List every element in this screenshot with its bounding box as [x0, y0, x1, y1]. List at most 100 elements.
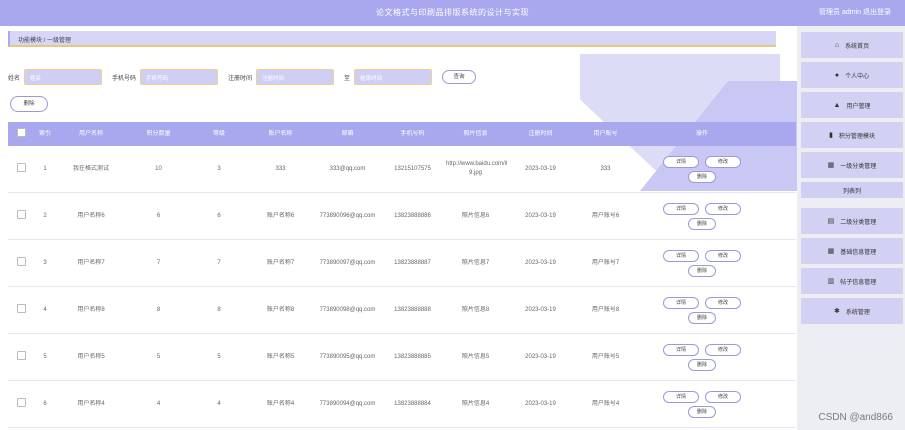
phone-input[interactable]: 手机号码	[140, 69, 219, 85]
sidebar-item-points[interactable]: ▮ 积分管理模块	[801, 122, 903, 148]
row-checkbox[interactable]	[16, 350, 26, 360]
table-header: 索引 用户名称 积分数量 等级 账户名称 邮箱 手机号码 照片信息 注册时间 用…	[8, 122, 796, 146]
app-title: 论文格式与印刷品排版系统的设计与实现	[376, 8, 529, 17]
detail-button[interactable]: 详情	[663, 343, 699, 356]
table-cell-user: 用户账号8	[591, 306, 620, 313]
delete-button[interactable]: 删除	[688, 217, 716, 230]
delete-button[interactable]: 删除	[688, 311, 716, 324]
table-cell-level: 6	[217, 212, 221, 219]
table-cell-photo: 照片信息7	[461, 259, 490, 266]
table-cell-idx: 1	[43, 165, 47, 172]
sidebar-item-users[interactable]: ▲ 用户管理	[801, 92, 903, 118]
table-cell-points: 5	[156, 353, 161, 360]
edit-button[interactable]: 修改	[705, 390, 741, 403]
sidebar-item-label: 个人中心	[845, 73, 870, 80]
table-cell-photo: http://www.baidu.com/item=20036969 9.jpg	[446, 161, 507, 176]
detail-button[interactable]: 详情	[663, 202, 699, 215]
sidebar-item-label: 系统管理	[845, 309, 870, 316]
filter-label-date: 注册时间	[228, 75, 253, 82]
batch-delete-button[interactable]: 删除	[10, 96, 48, 112]
table-cell-user: 333	[600, 165, 611, 172]
sidebar-item-category2[interactable]: ▤ 二级分类管理	[801, 208, 903, 234]
table-cell-user: 用户账号5	[591, 353, 620, 360]
detail-button[interactable]: 详情	[663, 249, 699, 262]
chart-icon: ▮	[829, 132, 833, 139]
filter-label-phone: 手机号码	[112, 75, 137, 82]
main-content: 功能模块 / 一级管理 姓名 姓名 手机号码 手机号码 注册时间 注册时间 至 …	[0, 26, 797, 430]
doc-icon: ▤	[827, 218, 835, 225]
row-checkbox[interactable]	[16, 256, 26, 266]
table-cell-name: 用户名称4	[77, 400, 105, 407]
col-header: 等级	[212, 130, 225, 137]
row-checkbox[interactable]	[16, 397, 26, 407]
table-cell-phone: 13823888884	[394, 400, 431, 407]
user-icon: ●	[834, 71, 840, 79]
table-cell-points: 6	[156, 212, 161, 219]
select-all-checkbox[interactable]	[16, 127, 26, 137]
delete-button[interactable]: 删除	[688, 170, 716, 183]
data-table: 索引 用户名称 积分数量 等级 账户名称 邮箱 手机号码 照片信息 注册时间 用…	[8, 122, 796, 428]
gear-icon: ✱	[834, 308, 840, 315]
table-cell-photo: 照片信息5	[461, 353, 490, 360]
edit-button[interactable]: 修改	[705, 296, 741, 309]
delete-button[interactable]: 删除	[688, 405, 716, 418]
edit-button[interactable]: 修改	[705, 343, 741, 356]
table-cell-name: 我在格式测试	[72, 165, 109, 172]
col-header: 用户名称	[78, 130, 103, 137]
search-button[interactable]: 查询	[442, 70, 477, 84]
detail-button[interactable]: 详情	[663, 390, 699, 403]
sidebar-item-label: 二级分类管理	[840, 219, 877, 226]
table-cell-account: 账户名称7	[266, 259, 295, 266]
delete-button[interactable]: 删除	[688, 264, 716, 277]
watermark: CSDN @and866	[818, 412, 893, 423]
grid-icon: ▦	[827, 248, 835, 255]
top-bar: 论文格式与印刷品排版系统的设计与实现 管理员 admin 退出登录	[0, 0, 905, 26]
table-cell-date: 2023-03-19	[525, 212, 556, 219]
sidebar-item-profile[interactable]: ● 个人中心	[801, 62, 903, 88]
col-header: 照片信息	[463, 130, 488, 137]
detail-button[interactable]: 详情	[663, 296, 699, 309]
table-cell-account: 账户名称6	[266, 212, 295, 219]
end-date-input[interactable]: 结束时间	[354, 69, 433, 85]
table-cell-email: 773890095@qq.com	[319, 353, 376, 360]
edit-button[interactable]: 修改	[705, 202, 741, 215]
table-cell-email: 773890096@qq.com	[319, 212, 376, 219]
col-header: 用户账号	[593, 130, 618, 137]
detail-button[interactable]: 详情	[663, 155, 699, 168]
edit-button[interactable]: 修改	[705, 249, 741, 262]
row-checkbox[interactable]	[16, 303, 26, 313]
table-cell-account: 账户名称8	[266, 306, 295, 313]
row-checkbox[interactable]	[16, 209, 26, 219]
sidebar-item-basic[interactable]: ▦ 基础信息管理	[801, 238, 903, 264]
table-cell-name: 用户名称6	[77, 212, 105, 219]
table-cell-user: 用户账号7	[591, 259, 620, 266]
edit-button[interactable]: 修改	[705, 155, 741, 168]
table-cell-phone: 13215107575	[394, 165, 431, 172]
sidebar-item-home[interactable]: ⌂ 系统首页	[801, 32, 903, 58]
sidebar-item-posts[interactable]: ▥ 帖子信息管理	[801, 268, 903, 294]
sidebar-item-category1[interactable]: ▦ 一级分类管理	[801, 152, 903, 178]
table-cell-level: 4	[217, 400, 221, 407]
name-input[interactable]: 姓名	[24, 69, 103, 85]
table-cell-idx: 4	[43, 306, 47, 313]
sidebar-subitem[interactable]: 列表列	[801, 182, 903, 198]
table-cell-phone: 13823888888	[394, 306, 431, 313]
table-cell-points: 4	[156, 400, 161, 407]
start-date-input[interactable]: 注册时间	[256, 69, 335, 85]
table-cell-email: 773890098@qq.com	[319, 306, 376, 313]
table-cell-email: 333@qq.com	[329, 165, 366, 172]
row-actions: 详情 修改 删除	[639, 390, 765, 418]
row-actions: 详情 修改 删除	[639, 343, 765, 371]
delete-button[interactable]: 删除	[688, 358, 716, 371]
row-actions: 详情 修改 删除	[639, 249, 765, 277]
user-info[interactable]: 管理员 admin 退出登录	[819, 7, 891, 17]
sidebar-item-system[interactable]: ✱ 系统管理	[801, 298, 903, 324]
row-checkbox[interactable]	[16, 162, 26, 172]
sidebar-item-label: 帖子信息管理	[840, 279, 877, 286]
table-cell-account: 账户名称4	[266, 400, 295, 407]
sidebar-item-label: 用户管理	[846, 103, 871, 110]
sidebar-item-label: 基础信息管理	[840, 249, 877, 256]
table-cell-account: 账户名称5	[266, 353, 295, 360]
table-cell-date: 2023-03-19	[525, 259, 556, 266]
table-cell-photo: 照片信息8	[461, 306, 490, 313]
